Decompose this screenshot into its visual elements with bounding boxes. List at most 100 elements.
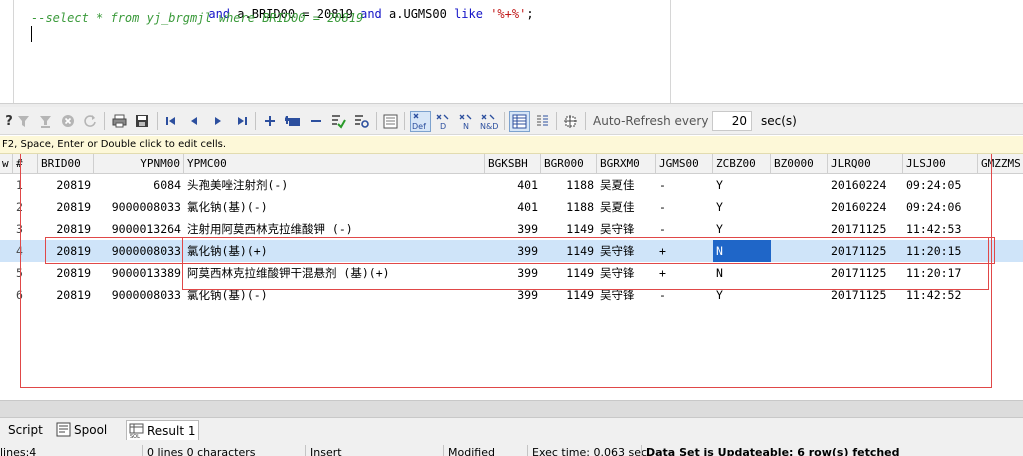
table-cell-ypnm[interactable]: 9000008033 (94, 196, 184, 218)
column-header-ypmc00[interactable]: YPMC00 (184, 154, 485, 174)
table-cell-bgr[interactable]: 1149 (541, 262, 597, 284)
column-header-ypnm00[interactable]: YPNM00 (94, 154, 184, 174)
table-cell-zcbz[interactable]: N (713, 262, 771, 284)
filter-icon[interactable] (14, 112, 32, 130)
column-header-jlsj00[interactable]: JLSJ00 (903, 154, 978, 174)
table-cell-bgksbh[interactable]: 399 (485, 218, 541, 240)
column-header-jlrq00[interactable]: JLRQ00 (828, 154, 903, 174)
table-cell-bgr[interactable]: 1188 (541, 174, 597, 196)
next-record-icon[interactable] (209, 112, 227, 130)
table-cell-n[interactable]: 6 (13, 284, 38, 306)
table-row[interactable]: 4 20819 9000008033 氯化钠(基)(+) 399 1149 吴守锋 + N 201… (0, 240, 1023, 262)
duplicate-record-icon[interactable] (284, 112, 302, 130)
tab-script[interactable]: Script (0, 420, 48, 440)
table-cell-zcbz[interactable]: Y (713, 284, 771, 306)
table-cell-bz[interactable] (771, 240, 828, 262)
auto-refresh-seconds-input[interactable]: 20 (712, 111, 752, 131)
table-cell-zcbz[interactable]: N (713, 240, 771, 262)
cancel-icon[interactable] (59, 112, 77, 130)
sql-editor[interactable]: and a.BRID00 = 20819 and a.UGMS00 like '… (0, 0, 1023, 103)
table-row[interactable]: 2 20819 9000008033 氯化钠(基)(-) 401 1188 吴夏佳 - Y 201… (0, 196, 1023, 218)
table-cell-zcbz[interactable]: Y (713, 174, 771, 196)
single-record-view-icon[interactable] (381, 112, 399, 130)
table-cell-bz[interactable] (771, 262, 828, 284)
print-icon[interactable] (110, 112, 128, 130)
table-cell-jgms[interactable]: - (656, 218, 713, 240)
table-cell-bgr[interactable]: 1149 (541, 218, 597, 240)
table-cell-ypmc[interactable]: 头孢美唑注射剂(-) (184, 174, 485, 196)
table-row[interactable]: 1 20819 6084 头孢美唑注射剂(-) 401 1188 吴夏佳 - Y 20160224… (0, 174, 1023, 196)
table-cell-bgksbh[interactable]: 401 (485, 174, 541, 196)
tab-spool[interactable]: Spool (54, 420, 120, 440)
table-cell-jlrq[interactable]: 20171125 (828, 218, 903, 240)
table-cell-jlsj[interactable]: 11:42:53 (903, 218, 978, 240)
column-header-bz0000[interactable]: BZ0000 (771, 154, 828, 174)
table-cell-bgrxm[interactable]: 吴守锋 (597, 284, 656, 306)
insert-record-icon[interactable] (261, 112, 279, 130)
table-cell-jlrq[interactable]: 20160224 (828, 196, 903, 218)
table-cell-brid[interactable]: 20819 (38, 240, 94, 262)
grid-view-icon[interactable] (509, 111, 530, 132)
d-mode-icon[interactable]: D (434, 112, 452, 130)
default-mode-icon[interactable]: Def (410, 111, 431, 132)
post-edit-icon[interactable] (329, 112, 347, 130)
table-row[interactable]: 3 20819 9000013264 注射用阿莫西林克拉维酸钾 (-) 399 1149 吴… (0, 218, 1023, 240)
table-cell-jlsj[interactable]: 11:20:15 (903, 240, 978, 262)
table-cell-bz[interactable] (771, 218, 828, 240)
table-cell-bgksbh[interactable]: 401 (485, 196, 541, 218)
table-cell-ypnm[interactable]: 9000013264 (94, 218, 184, 240)
table-cell-jlrq[interactable]: 20160224 (828, 174, 903, 196)
table-cell-bgksbh[interactable]: 399 (485, 284, 541, 306)
form-view-icon[interactable] (533, 112, 551, 130)
table-cell-n[interactable]: 3 (13, 218, 38, 240)
table-cell-ypnm[interactable]: 9000008033 (94, 284, 184, 306)
refresh-record-icon[interactable] (352, 112, 370, 130)
table-cell-bz[interactable] (771, 196, 828, 218)
column-header-bgksbh[interactable]: BGKSBH (485, 154, 541, 174)
table-cell-jlrq[interactable]: 20171125 (828, 262, 903, 284)
table-cell-bgrxm[interactable]: 吴夏佳 (597, 174, 656, 196)
table-cell-brid[interactable]: 20819 (38, 174, 94, 196)
table-cell-jlsj[interactable]: 09:24:06 (903, 196, 978, 218)
table-row[interactable]: 5 20819 9000013389 阿莫西林克拉维酸钾干混悬剂 (基)(+) 399 1… (0, 262, 1023, 284)
table-cell-n[interactable]: 4 (13, 240, 38, 262)
table-cell-n[interactable]: 1 (13, 174, 38, 196)
table-cell-ypmc[interactable]: 氯化钠(基)(-) (184, 284, 485, 306)
n-and-d-mode-icon[interactable]: N&D (480, 112, 500, 130)
table-cell-jlsj[interactable]: 11:42:52 (903, 284, 978, 306)
table-cell-jgms[interactable]: - (656, 174, 713, 196)
table-cell-n[interactable]: 2 (13, 196, 38, 218)
table-cell-bgrxm[interactable]: 吴守锋 (597, 240, 656, 262)
table-cell-jlrq[interactable]: 20171125 (828, 284, 903, 306)
expand-icon[interactable] (561, 112, 579, 130)
delete-record-icon[interactable] (307, 112, 325, 130)
table-cell-brid[interactable]: 20819 (38, 196, 94, 218)
table-cell-jgms[interactable]: + (656, 262, 713, 284)
table-cell-ypmc[interactable]: 氯化钠(基)(-) (184, 196, 485, 218)
table-cell-brid[interactable]: 20819 (38, 218, 94, 240)
last-record-icon[interactable] (233, 112, 251, 130)
table-cell-bgksbh[interactable]: 399 (485, 262, 541, 284)
table-row[interactable]: 6 20819 9000008033 氯化钠(基)(-) 399 1149 吴守锋 - Y 201… (0, 284, 1023, 306)
n-mode-icon[interactable]: N (457, 112, 475, 130)
table-cell-n[interactable]: 5 (13, 262, 38, 284)
result-grid[interactable]: w # BRID00 YPNM00 YPMC00 BGKSBH BGR000 B… (0, 154, 1023, 400)
column-header-bgrxm0[interactable]: BGRXM0 (597, 154, 656, 174)
table-cell-bgr[interactable]: 1149 (541, 240, 597, 262)
table-cell-ypnm[interactable]: 9000013389 (94, 262, 184, 284)
column-header-brid00[interactable]: BRID00 (38, 154, 94, 174)
table-cell-jgms[interactable]: - (656, 196, 713, 218)
table-cell-bgr[interactable]: 1188 (541, 196, 597, 218)
column-header-w[interactable]: w (0, 154, 13, 174)
table-cell-jgms[interactable]: - (656, 284, 713, 306)
tab-result-1[interactable]: SQL Result 1 (126, 420, 199, 440)
table-cell-zcbz[interactable]: Y (713, 218, 771, 240)
table-cell-bgrxm[interactable]: 吴夏佳 (597, 196, 656, 218)
table-cell-jlrq[interactable]: 20171125 (828, 240, 903, 262)
table-cell-jlsj[interactable]: 11:20:17 (903, 262, 978, 284)
column-header-gmzzms[interactable]: GMZZMS (978, 154, 1023, 174)
table-cell-ypnm[interactable]: 9000008033 (94, 240, 184, 262)
column-header-bgr000[interactable]: BGR000 (541, 154, 597, 174)
column-header-rownum[interactable]: # (13, 154, 38, 174)
refresh-icon[interactable] (81, 112, 99, 130)
